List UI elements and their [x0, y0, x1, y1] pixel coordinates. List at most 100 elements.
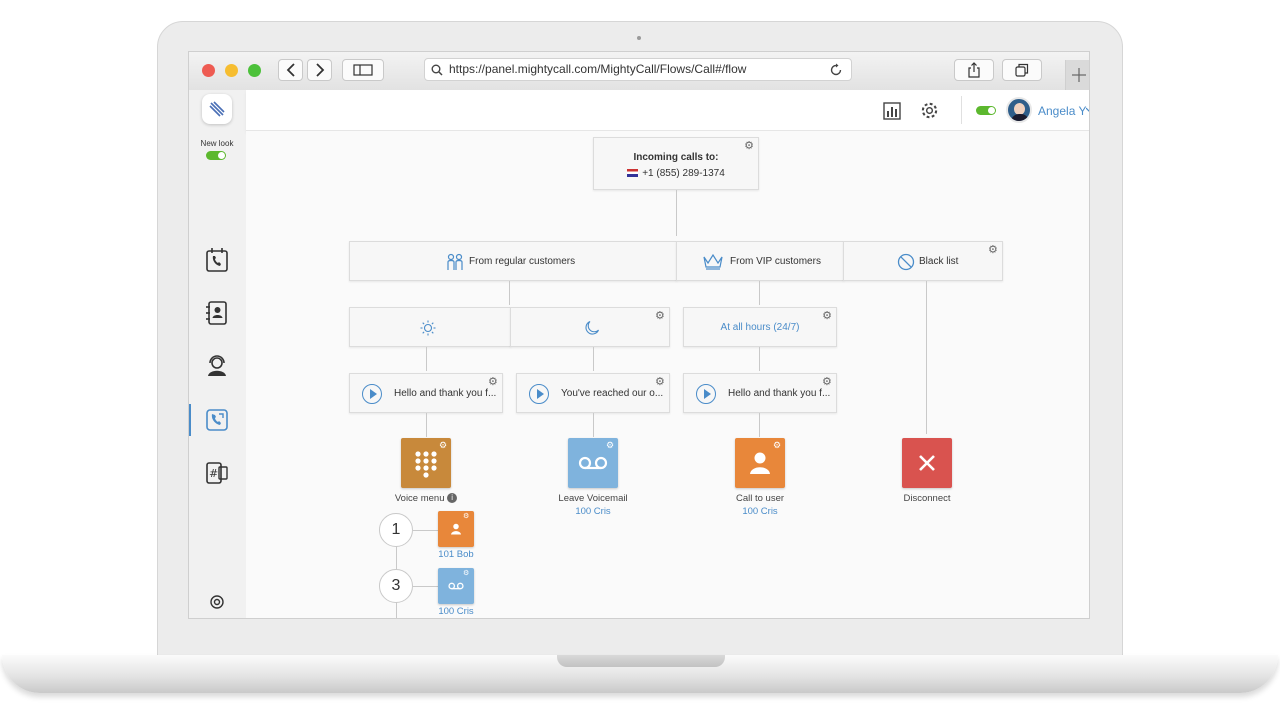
- connector-line: [759, 347, 760, 371]
- group-black-list[interactable]: Black list ⚙: [843, 241, 1003, 281]
- maximize-window-button[interactable]: [248, 64, 261, 77]
- close-window-button[interactable]: [202, 64, 215, 77]
- action-target[interactable]: 100 Cris: [543, 506, 643, 517]
- menu-target-label[interactable]: 101 Bob: [406, 549, 506, 560]
- contacts-icon: [206, 301, 227, 325]
- settings-gear-icon[interactable]: ⚙: [655, 377, 665, 388]
- browser-toolbar: https://panel.mightycall.com/MightyCall/…: [189, 52, 1089, 91]
- schedule-all-hours[interactable]: At all hours (24/7) ⚙: [683, 307, 837, 347]
- forward-button[interactable]: [307, 59, 332, 81]
- app-logo[interactable]: [202, 94, 232, 124]
- new-look-toggle[interactable]: [206, 151, 226, 160]
- sidebar: New look #: [189, 90, 247, 618]
- sidebar-item-call-flows[interactable]: [205, 408, 229, 432]
- lifebuoy-icon: [210, 595, 224, 609]
- tabs-icon: [1015, 63, 1029, 77]
- reload-icon[interactable]: [829, 63, 843, 77]
- minimize-window-button[interactable]: [225, 64, 238, 77]
- header-divider: [961, 96, 962, 124]
- group-regular-customers[interactable]: From regular customers: [349, 241, 677, 281]
- phone-number-icon: #: [206, 462, 228, 484]
- play-icon[interactable]: [696, 384, 716, 404]
- call-to-user-node[interactable]: ⚙: [735, 438, 785, 488]
- play-icon[interactable]: [362, 384, 382, 404]
- action-label: Leave Voicemail: [558, 493, 628, 504]
- chevron-down-icon[interactable]: [1086, 107, 1090, 113]
- settings-gear-icon[interactable]: ⚙: [822, 311, 832, 322]
- call-flow-icon: [206, 409, 228, 431]
- incoming-title: Incoming calls to:: [633, 152, 719, 163]
- back-button[interactable]: [278, 59, 303, 81]
- settings-gear-icon[interactable]: ⚙: [744, 141, 754, 152]
- incoming-number: +1 (855) 289-1374: [642, 168, 725, 179]
- settings-gear-icon[interactable]: ⚙: [988, 245, 998, 256]
- address-bar[interactable]: https://panel.mightycall.com/MightyCall/…: [424, 58, 852, 81]
- connector-line: [413, 530, 438, 531]
- voice-menu-node[interactable]: ⚙: [401, 438, 451, 488]
- incoming-calls-node[interactable]: Incoming calls to: +1 (855) 289-1374 ⚙: [593, 137, 759, 190]
- greeting-node[interactable]: Hello and thank you f... ⚙: [683, 373, 837, 413]
- camera-icon: [637, 36, 641, 40]
- settings-gear-icon[interactable]: ⚙: [463, 512, 473, 522]
- sidebar-item-contacts[interactable]: [205, 301, 229, 325]
- settings-gear-icon[interactable]: ⚙: [439, 440, 449, 450]
- people-icon: [447, 253, 463, 270]
- menu-target-user[interactable]: ⚙: [438, 511, 474, 547]
- greeting-text: Hello and thank you f...: [394, 388, 497, 399]
- sidebar-toggle-button[interactable]: [342, 59, 384, 81]
- greeting-node[interactable]: Hello and thank you f... ⚙: [349, 373, 503, 413]
- group-vip-customers[interactable]: From VIP customers: [676, 241, 844, 281]
- reports-icon[interactable]: [883, 102, 901, 120]
- phone-calendar-icon: [206, 248, 228, 272]
- chevron-left-icon: [286, 63, 295, 77]
- close-icon: [919, 455, 935, 471]
- connector-line: [509, 281, 510, 305]
- sidebar-item-team[interactable]: [205, 354, 229, 378]
- url-text: https://panel.mightycall.com/MightyCall/…: [449, 62, 747, 76]
- menu-key[interactable]: 3: [379, 569, 413, 603]
- info-icon[interactable]: i: [447, 493, 458, 504]
- greeting-node[interactable]: You've reached our o... ⚙: [516, 373, 670, 413]
- schedule-after-hours[interactable]: ⚙: [510, 307, 670, 347]
- voicemail-node[interactable]: ⚙: [568, 438, 618, 488]
- action-label: Disconnect: [903, 493, 951, 504]
- connector-line: [926, 281, 927, 434]
- avatar[interactable]: [1006, 97, 1032, 123]
- crown-icon: [703, 253, 723, 270]
- schedule-business-hours[interactable]: [349, 307, 511, 347]
- screen: https://panel.mightycall.com/MightyCall/…: [188, 51, 1090, 619]
- us-flag-icon: [627, 169, 639, 178]
- settings-gear-icon[interactable]: ⚙: [606, 440, 616, 450]
- new-look-label: New look: [200, 139, 234, 148]
- voicemail-icon: [448, 582, 464, 590]
- action-target[interactable]: 100 Cris: [710, 506, 810, 517]
- connector-line: [759, 281, 760, 305]
- voicemail-icon: [578, 456, 608, 470]
- mightycall-logo-icon: [209, 101, 225, 117]
- settings-gear-icon[interactable]: ⚙: [655, 311, 665, 322]
- sidebar-item-help[interactable]: [205, 590, 229, 614]
- connector-line: [676, 190, 677, 236]
- menu-target-label[interactable]: 100 Cris: [406, 606, 506, 617]
- app-header: Angela Y: [246, 90, 1090, 131]
- user-name[interactable]: Angela Y: [1038, 104, 1087, 118]
- menu-key[interactable]: 1: [379, 513, 413, 547]
- active-indicator: [189, 404, 191, 436]
- share-button[interactable]: [954, 59, 994, 81]
- menu-target-voicemail[interactable]: ⚙: [438, 568, 474, 604]
- settings-gear-icon[interactable]: [920, 101, 939, 120]
- sidebar-item-calls[interactable]: [205, 248, 229, 272]
- user-icon: [451, 523, 461, 535]
- play-icon[interactable]: [529, 384, 549, 404]
- share-icon: [968, 62, 980, 78]
- sidebar-item-numbers[interactable]: #: [205, 461, 229, 485]
- settings-gear-icon[interactable]: ⚙: [773, 440, 783, 450]
- settings-gear-icon[interactable]: ⚙: [463, 569, 473, 579]
- status-toggle[interactable]: [976, 106, 996, 115]
- settings-gear-icon[interactable]: ⚙: [488, 377, 498, 388]
- tabs-button[interactable]: [1002, 59, 1042, 81]
- disconnect-node[interactable]: [902, 438, 952, 488]
- new-tab-button[interactable]: [1065, 60, 1089, 90]
- group-label: From regular customers: [469, 256, 576, 267]
- settings-gear-icon[interactable]: ⚙: [822, 377, 832, 388]
